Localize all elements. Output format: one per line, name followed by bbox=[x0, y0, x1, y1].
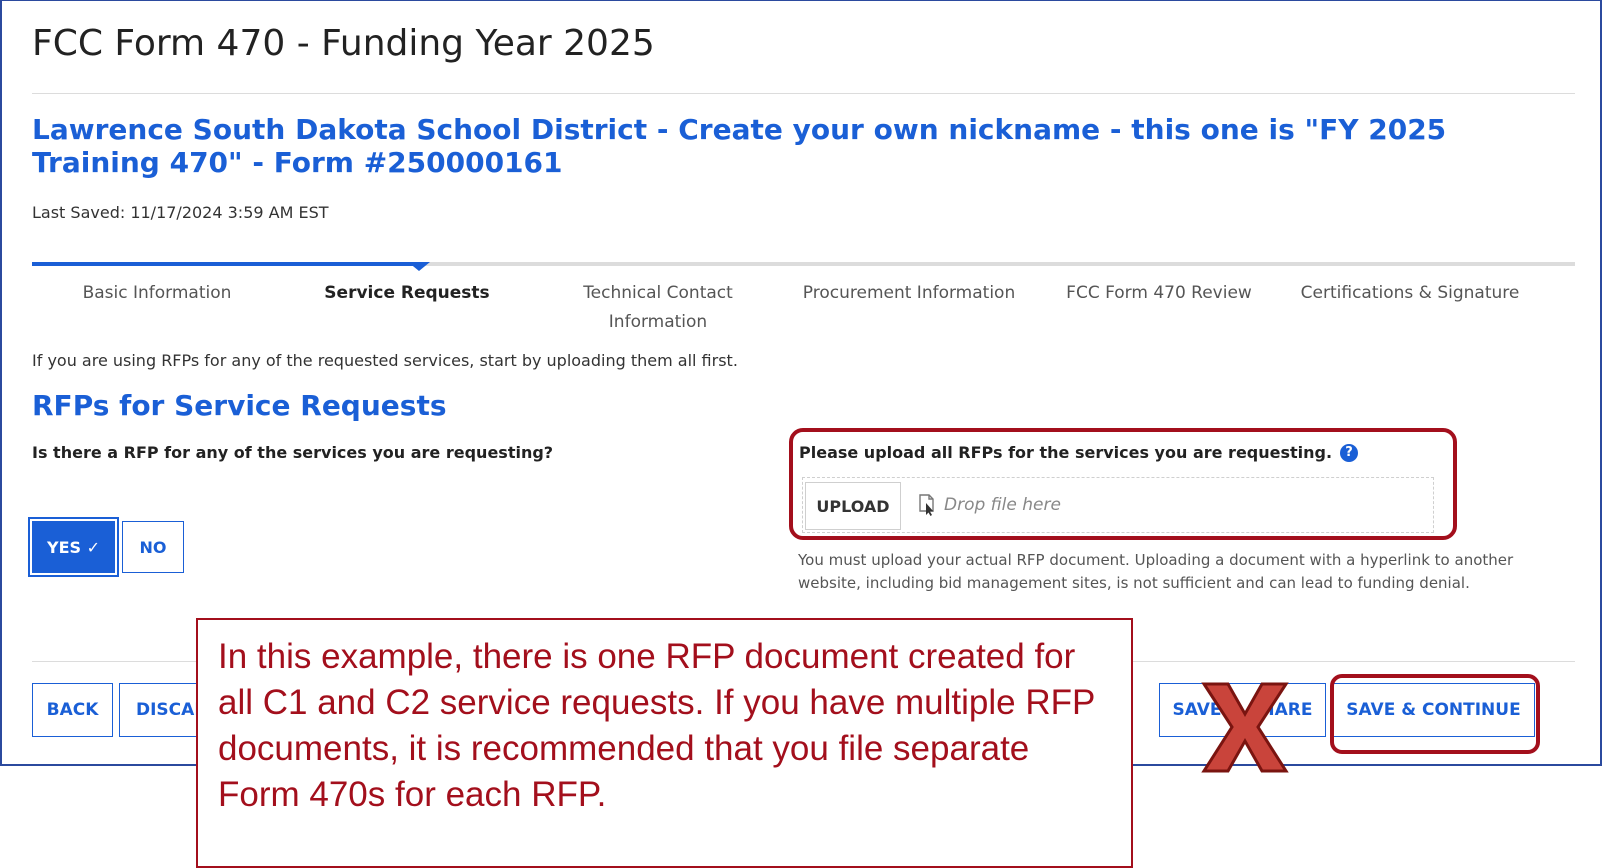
step-service-requests[interactable]: Service Requests bbox=[287, 279, 527, 308]
progress-fill bbox=[32, 262, 420, 266]
upload-note: You must upload your actual RFP document… bbox=[798, 551, 1514, 592]
form-title: Lawrence South Dakota School District - … bbox=[32, 113, 1447, 179]
step-certifications-signature[interactable]: Certifications & Signature bbox=[1290, 279, 1530, 308]
upload-highlight-annotation bbox=[789, 428, 1457, 540]
step-procurement-information[interactable]: Procurement Information bbox=[789, 279, 1029, 308]
step-technical-contact-information[interactable]: Technical Contact Information bbox=[538, 279, 778, 337]
yes-button[interactable]: YES ✓ bbox=[28, 517, 119, 577]
step-form-470-review[interactable]: FCC Form 470 Review bbox=[1039, 279, 1279, 308]
intro-text: If you are using RFPs for any of the req… bbox=[32, 351, 738, 370]
no-button[interactable]: NO bbox=[122, 521, 184, 573]
page-title: FCC Form 470 - Funding Year 2025 bbox=[32, 23, 655, 64]
back-button[interactable]: BACK bbox=[32, 683, 113, 737]
last-saved-text: Last Saved: 11/17/2024 3:59 AM EST bbox=[32, 203, 329, 222]
progress-marker-icon bbox=[408, 262, 430, 271]
annotation-callout: In this example, there is one RFP docume… bbox=[196, 618, 1133, 868]
save-continue-highlight-annotation bbox=[1330, 674, 1540, 754]
rfp-question: Is there a RFP for any of the services y… bbox=[32, 443, 554, 462]
step-basic-information[interactable]: Basic Information bbox=[37, 279, 277, 308]
section-title: RFPs for Service Requests bbox=[32, 389, 447, 422]
divider bbox=[32, 93, 1575, 94]
x-mark-icon bbox=[1201, 682, 1289, 773]
